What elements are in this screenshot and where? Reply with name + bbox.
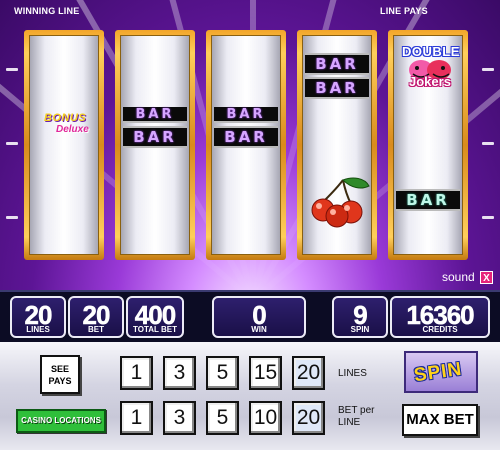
bar-symbol: BAR <box>305 77 369 99</box>
bar-symbol: BAR <box>305 53 369 75</box>
payline-marker-right <box>482 68 494 71</box>
lines-option-5[interactable]: 5 <box>206 356 239 390</box>
total-bet-counter: 400 TOTAL BET <box>126 296 184 338</box>
lines-row-label: LINES <box>338 368 367 379</box>
bet-option-5[interactable]: 5 <box>206 401 239 435</box>
credits-counter-label: CREDITS <box>422 325 458 334</box>
lines-option-1[interactable]: 1 <box>120 356 153 390</box>
reel-window: BAR BAR <box>120 35 190 255</box>
winning-line-label: WINNING LINE <box>14 6 80 16</box>
sound-toggle-button[interactable]: X <box>480 271 493 284</box>
cherries-icon <box>311 177 370 228</box>
bonus-deluxe-symbol: BONUS Deluxe <box>34 112 98 140</box>
deluxe-symbol-text: Deluxe <box>56 124 89 135</box>
bet-per-line-label-line2: LINE <box>338 417 361 428</box>
bet-per-line-label: BET per LINE <box>338 405 375 429</box>
bet-option-10[interactable]: 10 <box>249 401 282 435</box>
bet-counter: 20 BET <box>68 296 124 338</box>
sound-label: sound <box>442 270 475 284</box>
payline-marker-left <box>6 216 18 219</box>
spin-button-label: SPIN <box>412 358 464 387</box>
payline-marker-left <box>6 68 18 71</box>
jokers-symbol-text: Jokers <box>409 74 451 89</box>
total-bet-counter-label: TOTAL BET <box>133 325 177 334</box>
bar-symbol: BAR <box>123 126 187 148</box>
bar-symbol: BAR <box>214 126 278 148</box>
reel-window: BAR BAR <box>302 35 372 255</box>
bonus-symbol-text: BONUS <box>44 112 87 124</box>
bar-symbol: BAR <box>396 189 460 211</box>
bet-option-1[interactable]: 1 <box>120 401 153 435</box>
max-bet-button[interactable]: MAX BET <box>402 404 478 436</box>
reel-window: BONUS Deluxe <box>29 35 99 255</box>
credits-counter: 16360 CREDITS <box>390 296 490 338</box>
counter-bar: 20 LINES 20 BET 400 TOTAL BET 0 WIN 9 SP… <box>0 290 500 342</box>
slot-machine: WINNING LINE LINE PAYS BONUS Deluxe BAR … <box>0 0 500 450</box>
bar-symbol: BAR <box>214 107 278 123</box>
lines-option-3[interactable]: 3 <box>163 356 196 390</box>
bet-counter-label: BET <box>88 325 104 334</box>
lines-option-15[interactable]: 15 <box>249 356 282 390</box>
reel-5: DOUBLE Jokers BAR <box>388 30 468 260</box>
spin-counter-label: SPIN <box>350 325 370 334</box>
lines-counter: 20 LINES <box>10 296 66 338</box>
reel-2: BAR BAR <box>115 30 195 260</box>
bet-option-3[interactable]: 3 <box>163 401 196 435</box>
spin-button[interactable]: SPIN <box>404 351 478 393</box>
double-symbol-text: DOUBLE <box>402 44 460 59</box>
line-pays-label: LINE PAYS <box>380 6 428 16</box>
bet-per-line-label-line1: BET per <box>338 405 375 416</box>
reel-1: BONUS Deluxe <box>24 30 104 260</box>
bet-option-20[interactable]: 20 <box>292 401 325 435</box>
win-counter: 0 WIN <box>212 296 306 338</box>
reel-window: BAR BAR <box>211 35 281 255</box>
win-counter-label: WIN <box>251 325 267 334</box>
casino-locations-button[interactable]: CASINO LOCATIONS <box>16 409 106 433</box>
payline-marker-right <box>482 216 494 219</box>
double-jokers-symbol: DOUBLE Jokers <box>397 44 462 104</box>
bar-symbol: BAR <box>123 107 187 123</box>
reel-3: BAR BAR <box>206 30 286 260</box>
payline-marker-right <box>482 142 494 145</box>
reel-4: BAR BAR <box>297 30 377 260</box>
reel-area: WINNING LINE LINE PAYS BONUS Deluxe BAR … <box>0 0 500 290</box>
spin-counter: 9 SPIN <box>332 296 388 338</box>
lines-option-20[interactable]: 20 <box>292 356 325 390</box>
see-pays-button[interactable]: SEE PAYS <box>40 355 80 394</box>
payline-marker-left <box>6 142 18 145</box>
reel-window: DOUBLE Jokers BAR <box>393 35 463 255</box>
lines-counter-label: LINES <box>26 325 50 334</box>
